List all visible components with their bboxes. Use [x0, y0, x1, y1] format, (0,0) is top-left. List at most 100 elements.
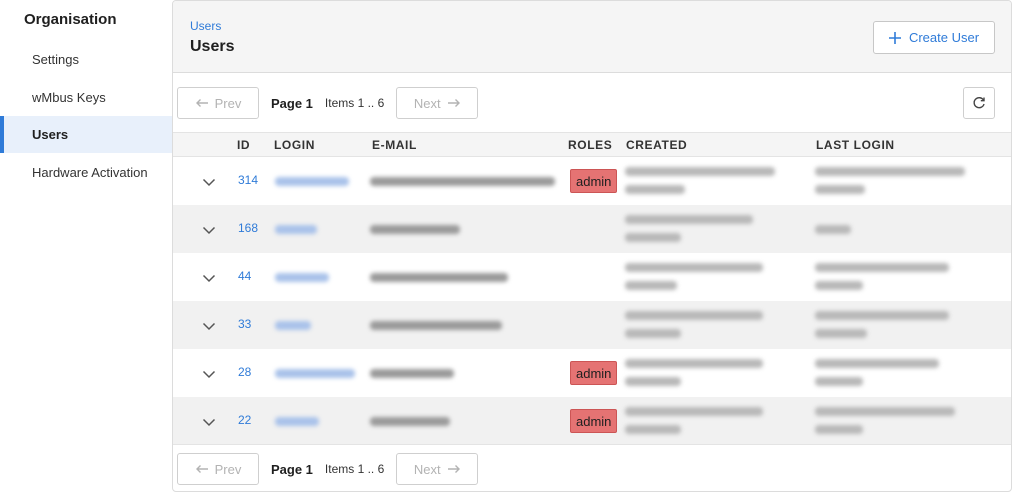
login-redacted[interactable]: [275, 273, 329, 282]
last-login-redacted: [815, 281, 863, 290]
refresh-button[interactable]: [963, 87, 995, 119]
create-user-button[interactable]: Create User: [873, 21, 995, 54]
created-redacted: [625, 263, 763, 272]
created-redacted: [625, 185, 685, 194]
sidebar-item-label: wMbus Keys: [32, 90, 106, 105]
sidebar-title: Organisation: [24, 11, 117, 28]
created-redacted: [625, 233, 681, 242]
arrow-left-icon: [195, 98, 209, 108]
pager-top: Prev Page 1 Items 1 .. 6 Next: [177, 86, 479, 120]
table-header: ID LOGIN E-MAIL ROLES CREATED LAST LOGIN: [173, 132, 1011, 157]
sidebar-item-label: Users: [32, 127, 69, 142]
email-redacted: [370, 273, 508, 282]
arrow-left-icon: [195, 464, 209, 474]
refresh-icon: [972, 96, 986, 110]
created-redacted: [625, 215, 753, 224]
next-button[interactable]: Next: [396, 87, 479, 119]
user-id-link[interactable]: 33: [238, 317, 251, 331]
login-redacted[interactable]: [275, 369, 355, 378]
last-login-redacted: [815, 311, 949, 320]
page-indicator: Page 1: [271, 95, 313, 111]
email-redacted: [370, 321, 502, 330]
created-redacted: [625, 407, 763, 416]
items-range: Items 1 .. 6: [324, 462, 385, 476]
created-redacted: [625, 359, 763, 368]
last-login-redacted: [815, 167, 965, 176]
table-row[interactable]: 314 admin: [173, 157, 1011, 205]
chevron-down-icon[interactable]: [202, 319, 216, 331]
prev-button[interactable]: Prev: [177, 87, 259, 119]
table-row[interactable]: 44: [173, 253, 1011, 301]
email-redacted: [370, 177, 555, 186]
role-badge: admin: [570, 169, 618, 193]
created-redacted: [625, 425, 681, 434]
login-redacted[interactable]: [275, 321, 311, 330]
arrow-right-icon: [447, 464, 461, 474]
last-login-redacted: [815, 359, 939, 368]
table-row[interactable]: 28 admin: [173, 349, 1011, 397]
sidebar-item-label: Settings: [32, 52, 79, 67]
sidebar-item-users[interactable]: Users: [0, 116, 172, 153]
last-login-redacted: [815, 377, 863, 386]
chevron-down-icon[interactable]: [202, 175, 216, 187]
arrow-right-icon: [447, 98, 461, 108]
table-row[interactable]: 33: [173, 301, 1011, 349]
users-panel: Users Users Create User Prev Page 1 Item…: [172, 0, 1012, 492]
table-row[interactable]: 168: [173, 205, 1011, 253]
role-badge: admin: [570, 361, 618, 385]
user-id-link[interactable]: 44: [238, 269, 251, 283]
sidebar-item-hardware-activation[interactable]: Hardware Activation: [0, 154, 172, 191]
login-redacted[interactable]: [275, 225, 317, 234]
user-id-link[interactable]: 22: [238, 413, 251, 427]
user-id-link[interactable]: 28: [238, 365, 251, 379]
email-redacted: [370, 369, 454, 378]
created-redacted: [625, 281, 677, 290]
last-login-redacted: [815, 225, 851, 234]
panel-header: Users Users Create User: [173, 1, 1011, 73]
prev-button[interactable]: Prev: [177, 453, 259, 485]
column-header-roles[interactable]: ROLES: [568, 138, 612, 152]
page-title: Users: [190, 38, 235, 55]
items-range: Items 1 .. 6: [324, 96, 385, 110]
next-label: Next: [413, 95, 441, 111]
chevron-down-icon[interactable]: [202, 415, 216, 427]
next-label: Next: [413, 461, 441, 477]
last-login-redacted: [815, 425, 863, 434]
user-id-link[interactable]: 314: [238, 173, 258, 187]
sidebar: Organisation Settings wMbus Keys Users H…: [0, 0, 172, 492]
last-login-redacted: [815, 263, 949, 272]
breadcrumb[interactable]: Users: [190, 19, 221, 33]
plus-icon: [888, 31, 901, 44]
user-id-link[interactable]: 168: [238, 221, 258, 235]
login-redacted[interactable]: [275, 177, 349, 186]
page-indicator: Page 1: [271, 461, 313, 477]
next-button[interactable]: Next: [396, 453, 479, 485]
created-redacted: [625, 311, 763, 320]
column-header-email[interactable]: E-MAIL: [372, 138, 417, 152]
column-header-id[interactable]: ID: [237, 138, 250, 152]
create-user-label: Create User: [908, 30, 980, 45]
created-redacted: [625, 167, 775, 176]
role-badge: admin: [570, 409, 618, 433]
sidebar-item-wmbus-keys[interactable]: wMbus Keys: [0, 79, 172, 116]
pager-bottom: Prev Page 1 Items 1 .. 6 Next: [177, 452, 479, 486]
email-redacted: [370, 225, 460, 234]
prev-label: Prev: [214, 95, 242, 111]
chevron-down-icon[interactable]: [202, 223, 216, 235]
last-login-redacted: [815, 329, 867, 338]
column-header-created[interactable]: CREATED: [626, 138, 687, 152]
last-login-redacted: [815, 185, 865, 194]
prev-label: Prev: [214, 461, 242, 477]
chevron-down-icon[interactable]: [202, 271, 216, 283]
last-login-redacted: [815, 407, 955, 416]
column-header-last-login[interactable]: LAST LOGIN: [816, 138, 895, 152]
column-header-login[interactable]: LOGIN: [274, 138, 315, 152]
table-row[interactable]: 22 admin: [173, 397, 1011, 445]
table-divider: [173, 444, 1011, 445]
login-redacted[interactable]: [275, 417, 319, 426]
chevron-down-icon[interactable]: [202, 367, 216, 379]
created-redacted: [625, 329, 681, 338]
sidebar-item-settings[interactable]: Settings: [0, 41, 172, 78]
email-redacted: [370, 417, 450, 426]
sidebar-item-label: Hardware Activation: [32, 165, 148, 180]
